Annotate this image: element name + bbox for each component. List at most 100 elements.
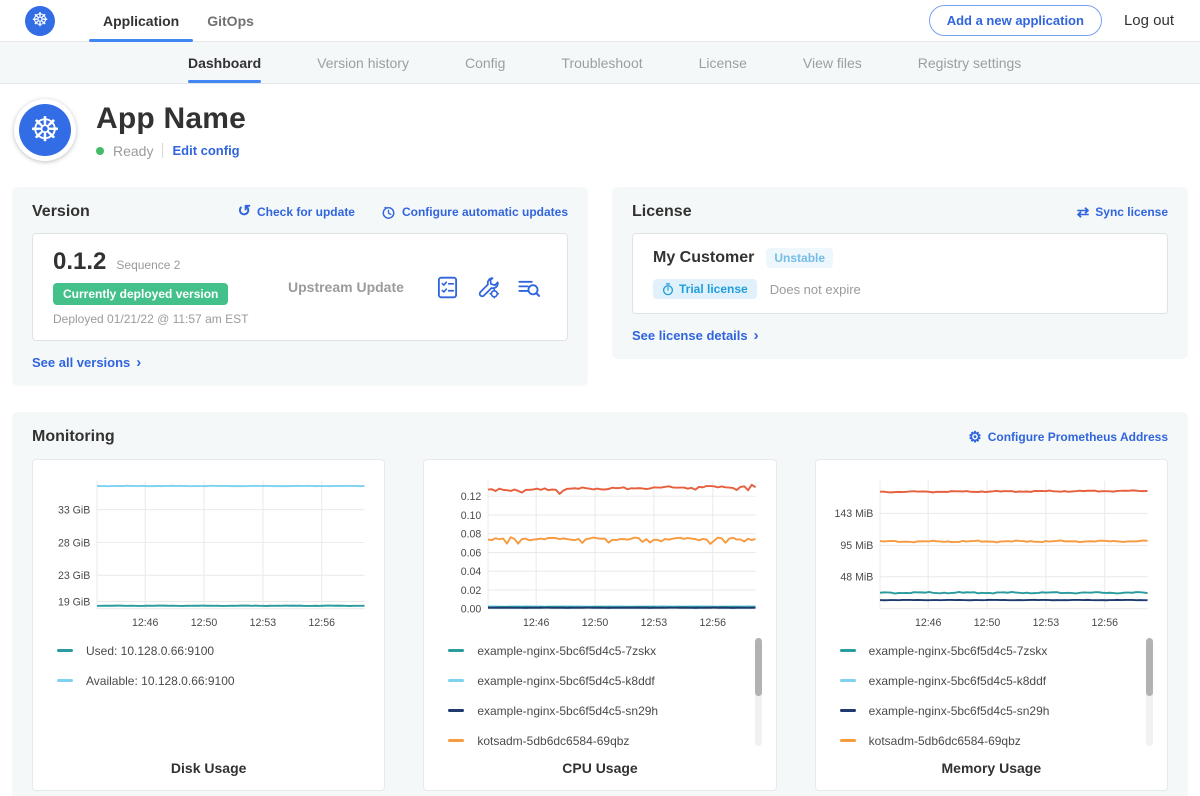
legend-label: example-nginx-5bc6f5d4c5-7zskx bbox=[477, 644, 656, 658]
tab-version-history-label: Version history bbox=[317, 55, 409, 71]
svg-text:12:53: 12:53 bbox=[641, 617, 668, 629]
channel-badge: Unstable bbox=[766, 248, 833, 268]
top-nav: ☸ Application GitOps Add a new applicati… bbox=[0, 0, 1200, 42]
nav-tab-gitops[interactable]: GitOps bbox=[193, 0, 268, 41]
legend-item[interactable]: example-nginx-5bc6f5d4c5-7zskx bbox=[840, 644, 1139, 658]
tab-view-files-label: View files bbox=[803, 55, 862, 71]
svg-text:0.04: 0.04 bbox=[461, 566, 482, 578]
expiry-text: Does not expire bbox=[770, 282, 861, 297]
legend-label: Used: 10.128.0.66:9100 bbox=[86, 644, 214, 658]
legend-item[interactable]: kotsadm-5db6dc6584-69qbz bbox=[448, 734, 747, 748]
see-all-versions-link[interactable]: See all versions › bbox=[32, 355, 141, 370]
chart-legend: Used: 10.128.0.66:9100 Available: 10.128… bbox=[47, 634, 370, 752]
tab-view-files[interactable]: View files bbox=[803, 42, 862, 83]
legend-swatch bbox=[57, 679, 73, 682]
page-title: App Name bbox=[96, 102, 246, 136]
legend-item[interactable]: example-nginx-5bc6f5d4c5-7zskx bbox=[448, 644, 747, 658]
configure-prometheus-label: Configure Prometheus Address bbox=[988, 430, 1168, 444]
license-card-title: License bbox=[632, 203, 692, 221]
tab-troubleshoot[interactable]: Troubleshoot bbox=[561, 42, 642, 83]
tab-registry-settings[interactable]: Registry settings bbox=[918, 42, 1021, 83]
see-license-details-link[interactable]: See license details › bbox=[632, 328, 759, 343]
helm-wheel-glyph: ☸ bbox=[31, 11, 48, 30]
view-diff-search-icon[interactable] bbox=[517, 276, 541, 299]
tab-config[interactable]: Config bbox=[465, 42, 505, 83]
nav-tab-application[interactable]: Application bbox=[89, 0, 193, 41]
svg-text:143 MiB: 143 MiB bbox=[834, 508, 873, 520]
chart-title: Memory Usage bbox=[830, 752, 1153, 776]
svg-text:12:56: 12:56 bbox=[309, 617, 336, 629]
monitoring-card: Monitoring ⚙ Configure Prometheus Addres… bbox=[12, 412, 1188, 796]
memory-usage-chart-card: 48 MiB95 MiB143 MiB12:4612:5012:5312:56 … bbox=[815, 459, 1168, 791]
status-dot-icon bbox=[96, 147, 104, 155]
legend-scrollbar-thumb[interactable] bbox=[755, 638, 762, 696]
configure-automatic-updates-link[interactable]: Configure automatic updates bbox=[381, 205, 568, 220]
legend-label: example-nginx-5bc6f5d4c5-sn29h bbox=[477, 704, 658, 718]
svg-text:0.08: 0.08 bbox=[461, 529, 482, 541]
app-status-row: Ready Edit config bbox=[96, 143, 246, 159]
current-version-card: 0.1.2 Sequence 2 Currently deployed vers… bbox=[32, 233, 568, 341]
legend-label: kotsadm-5db6dc6584-69qbz bbox=[477, 734, 629, 748]
legend-item[interactable]: example-nginx-5bc6f5d4c5-sn29h bbox=[840, 704, 1139, 718]
legend-label: example-nginx-5bc6f5d4c5-7zskx bbox=[869, 644, 1048, 658]
chart-title: Disk Usage bbox=[47, 752, 370, 776]
legend-swatch bbox=[448, 679, 464, 682]
nav-tab-gitops-label: GitOps bbox=[207, 13, 254, 29]
legend-item[interactable]: Used: 10.128.0.66:9100 bbox=[57, 644, 356, 658]
tab-dashboard[interactable]: Dashboard bbox=[188, 42, 261, 83]
legend-scrollbar-thumb[interactable] bbox=[1146, 638, 1153, 696]
see-license-details-row: See license details › bbox=[632, 327, 1168, 345]
wrench-gear-config-icon[interactable] bbox=[476, 276, 500, 299]
check-for-update-label: Check for update bbox=[257, 205, 355, 219]
legend-item[interactable]: kotsadm-5db6dc6584-69qbz bbox=[840, 734, 1139, 748]
legend-item[interactable]: example-nginx-5bc6f5d4c5-sn29h bbox=[448, 704, 747, 718]
deployed-badge: Currently deployed version bbox=[53, 283, 228, 305]
svg-text:33 GiB: 33 GiB bbox=[58, 504, 90, 516]
app-header: ☸ App Name Ready Edit config bbox=[0, 84, 1200, 177]
tab-version-history[interactable]: Version history bbox=[317, 42, 409, 83]
tab-config-label: Config bbox=[465, 55, 505, 71]
legend-item[interactable]: Available: 10.128.0.66:9100 bbox=[57, 674, 356, 688]
sequence-label: Sequence 2 bbox=[116, 258, 180, 272]
svg-text:12:56: 12:56 bbox=[700, 617, 727, 629]
license-card: License ⇄ Sync license My Customer Unsta… bbox=[612, 187, 1188, 359]
version-number: 0.1.2 bbox=[53, 248, 106, 276]
svg-text:95 MiB: 95 MiB bbox=[840, 540, 873, 552]
svg-text:12:50: 12:50 bbox=[973, 617, 1000, 629]
legend-label: example-nginx-5bc6f5d4c5-sn29h bbox=[869, 704, 1050, 718]
check-for-update-link[interactable]: ↺ Check for update bbox=[238, 204, 355, 220]
edit-config-link[interactable]: Edit config bbox=[172, 143, 239, 158]
tab-troubleshoot-label: Troubleshoot bbox=[561, 55, 642, 71]
version-card-header: Version ↺ Check for update Configure aut… bbox=[32, 203, 568, 221]
configure-prometheus-link[interactable]: ⚙ Configure Prometheus Address bbox=[968, 430, 1168, 445]
logout-link[interactable]: Log out bbox=[1124, 12, 1174, 29]
clock-refresh-icon bbox=[381, 205, 396, 220]
svg-text:0.12: 0.12 bbox=[461, 491, 482, 503]
version-action-icons bbox=[436, 276, 547, 299]
see-license-details-label: See license details bbox=[632, 328, 748, 343]
svg-text:12:50: 12:50 bbox=[582, 617, 609, 629]
svg-text:12:53: 12:53 bbox=[250, 617, 277, 629]
preflight-checklist-icon[interactable] bbox=[436, 276, 459, 299]
svg-text:12:46: 12:46 bbox=[523, 617, 550, 629]
chart-legend: example-nginx-5bc6f5d4c5-7zskx example-n… bbox=[438, 634, 761, 752]
deployed-timestamp: Deployed 01/21/22 @ 11:57 am EST bbox=[53, 312, 288, 326]
legend-item[interactable]: example-nginx-5bc6f5d4c5-k8ddf bbox=[840, 674, 1139, 688]
legend-item[interactable]: example-nginx-5bc6f5d4c5-k8ddf bbox=[448, 674, 747, 688]
monitoring-title: Monitoring bbox=[32, 428, 115, 446]
chart-svg: 19 GiB23 GiB28 GiB33 GiB12:4612:5012:531… bbox=[47, 474, 370, 634]
chart-title: CPU Usage bbox=[438, 752, 761, 776]
sync-license-link[interactable]: ⇄ Sync license bbox=[1077, 205, 1168, 220]
version-card-title: Version bbox=[32, 203, 90, 221]
helm-wheel-glyph: ☸ bbox=[30, 110, 60, 150]
svg-text:0.02: 0.02 bbox=[461, 585, 482, 597]
chart-svg: 0.000.020.040.060.080.100.1212:4612:5012… bbox=[438, 474, 761, 634]
svg-text:48 MiB: 48 MiB bbox=[840, 572, 873, 584]
add-application-button[interactable]: Add a new application bbox=[929, 5, 1102, 36]
legend-scrollbar-track bbox=[755, 638, 762, 746]
svg-text:12:53: 12:53 bbox=[1032, 617, 1059, 629]
tab-license[interactable]: License bbox=[699, 42, 747, 83]
status-label: Ready bbox=[113, 143, 153, 159]
legend-label: kotsadm-5db6dc6584-69qbz bbox=[869, 734, 1021, 748]
legend-swatch bbox=[840, 709, 856, 712]
